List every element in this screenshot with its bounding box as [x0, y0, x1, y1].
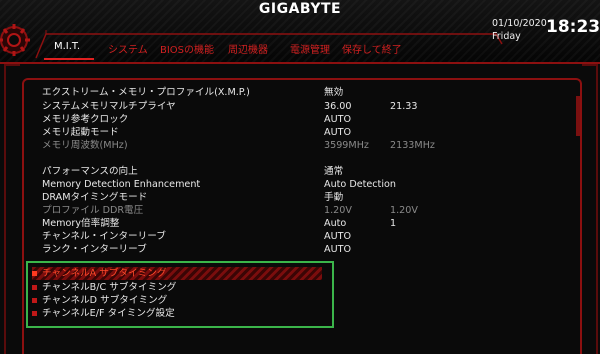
setting-label: メモリ起動モード [42, 127, 119, 138]
setting-row-memory-ref-clock[interactable]: メモリ参考クロック AUTO [42, 113, 502, 126]
right-frame [582, 64, 598, 354]
tab-save-and-exit[interactable]: 保存して終了 [342, 41, 402, 56]
setting-current-value: 1.20V [390, 205, 418, 216]
setting-value[interactable]: 36.00 [324, 100, 351, 113]
setting-row-memory-detection[interactable]: Memory Detection Enhancement Auto Detect… [42, 178, 502, 191]
setting-row-channel-interleave[interactable]: チャンネル・インターリーブ AUTO [42, 230, 502, 243]
header-bar: GIGABYTE M.I.T. システム BIOSの機能 周辺機器 電源管理 保… [0, 0, 600, 62]
tab-peripherals[interactable]: 周辺機器 [228, 41, 268, 56]
setting-value: 3599MHz [324, 140, 369, 151]
setting-row-memory-ratio[interactable]: Memory倍率調整 Auto 1 [42, 217, 502, 230]
setting-value[interactable]: 通常 [324, 165, 343, 178]
setting-value[interactable]: 手動 [324, 191, 343, 204]
setting-label: Memory Detection Enhancement [42, 179, 201, 190]
clock-time: 18:23 [546, 17, 600, 37]
setting-row-rank-interleave[interactable]: ランク・インターリーブ AUTO [42, 243, 502, 256]
setting-label: エクストリーム・メモリ・プロファイル(X.M.P.) [42, 87, 250, 98]
tab-bios-features[interactable]: BIOSの機能 [160, 41, 214, 56]
tab-mit[interactable]: M.I.T. [54, 41, 80, 52]
tab-bar: M.I.T. システム BIOSの機能 周辺機器 電源管理 保存して終了 [34, 30, 498, 58]
brand-logo: GIGABYTE [258, 1, 342, 17]
setting-value[interactable]: AUTO [324, 243, 351, 256]
setting-value[interactable]: AUTO [324, 113, 351, 126]
setting-label: プロファイル DDR電圧 [42, 205, 144, 216]
active-tab-indicator [44, 58, 94, 60]
setting-value[interactable]: Auto [324, 217, 346, 230]
setting-current-value: 2133MHz [390, 140, 435, 151]
date-text: 01/10/2020 [492, 18, 547, 29]
setting-row-xmp[interactable]: エクストリーム・メモリ・プロファイル(X.M.P.) 無効 [42, 86, 502, 99]
setting-row-memory-multiplier[interactable]: システムメモリマルチプライヤ 36.00 21.33 [42, 100, 502, 113]
setting-value[interactable]: AUTO [324, 230, 351, 243]
highlight-annotation-box [26, 261, 334, 328]
setting-row-dram-timing-mode[interactable]: DRAMタイミングモード 手動 [42, 191, 502, 204]
setting-value[interactable]: Auto Detection [324, 178, 396, 191]
setting-value[interactable]: 無効 [324, 86, 343, 99]
setting-row-ddr-voltage: プロファイル DDR電圧 1.20V 1.20V [42, 204, 502, 217]
left-frame [4, 64, 20, 354]
setting-label: ランク・インターリーブ [42, 244, 147, 255]
tab-system[interactable]: システム [108, 41, 148, 56]
scrollbar[interactable] [576, 96, 580, 136]
setting-value[interactable]: AUTO [324, 126, 351, 139]
setting-row-memory-frequency: メモリ周波数(MHz) 3599MHz 2133MHz [42, 139, 502, 152]
clock-date: 01/10/2020 Friday [492, 17, 547, 43]
day-text: Friday [492, 31, 521, 42]
tab-power-management[interactable]: 電源管理 [290, 41, 330, 56]
setting-label: システムメモリマルチプライヤ [42, 101, 176, 112]
setting-row-performance-enhance[interactable]: パフォーマンスの向上 通常 [42, 165, 502, 178]
setting-label: チャンネル・インターリーブ [42, 231, 166, 242]
setting-row-memory-boot-mode[interactable]: メモリ起動モード AUTO [42, 126, 502, 139]
setting-label: メモリ参考クロック [42, 114, 129, 125]
header-divider [0, 62, 600, 64]
setting-label: DRAMタイミングモード [42, 192, 148, 203]
setting-label: Memory倍率調整 [42, 218, 120, 229]
setting-value: 1.20V [324, 205, 352, 216]
setting-label: パフォーマンスの向上 [42, 166, 138, 177]
gear-icon [0, 24, 30, 56]
setting-current-value: 21.33 [390, 101, 418, 112]
setting-current-value: 1 [390, 218, 397, 229]
setting-label: メモリ周波数(MHz) [42, 140, 128, 151]
